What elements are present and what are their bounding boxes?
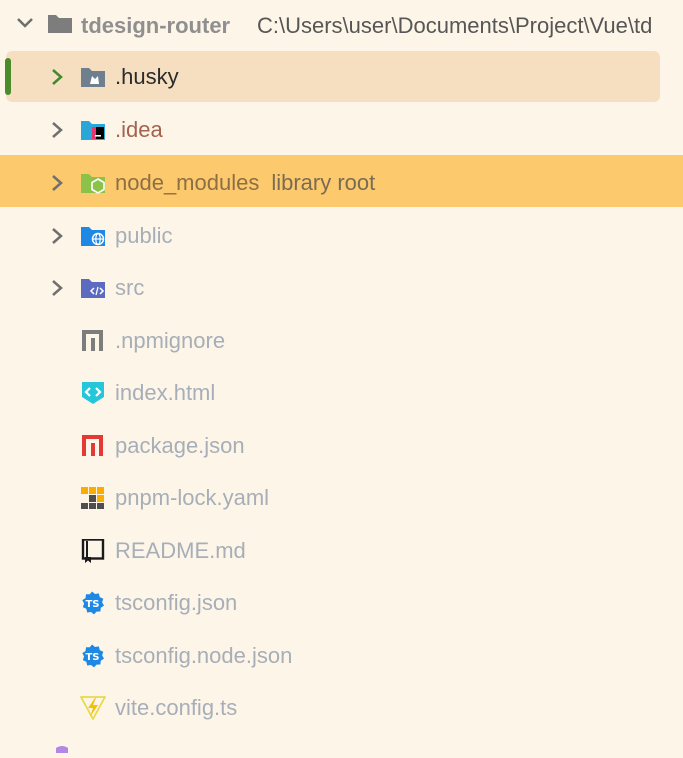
npm-package-file-icon (82, 435, 103, 456)
library-root-hint: library root (271, 170, 376, 195)
tsconfig-file-icon: TS (82, 591, 104, 615)
tree-item-label: index.html (115, 380, 216, 405)
husky-folder-icon (81, 68, 105, 87)
tree-item-pnpm-lock[interactable]: pnpm-lock.yaml (0, 472, 683, 524)
tree-item-node-modules[interactable]: node_modules library root (0, 157, 683, 209)
readme-file-icon (81, 539, 105, 563)
project-path: C:\Users\user\Documents\Project\Vue\td (257, 13, 653, 38)
tree-item-src[interactable]: src (0, 262, 683, 314)
tree-item-label: pnpm-lock.yaml (115, 485, 270, 510)
tree-item-label: .husky (115, 64, 179, 89)
tree-item-label: .npmignore (115, 328, 226, 353)
tree-item-label: vite.config.ts (115, 695, 238, 720)
tree-item-partial (50, 740, 74, 753)
chevron-right-icon[interactable] (50, 279, 64, 297)
tree-item-tsconfig-node[interactable]: TS tsconfig.node.json (0, 630, 683, 682)
chevron-right-icon[interactable] (50, 227, 64, 245)
pnpm-lock-file-icon (81, 487, 104, 509)
tree-item-label: .idea (115, 117, 163, 142)
tree-item-label: tsconfig.node.json (115, 643, 293, 668)
tree-item-tsconfig[interactable]: TS tsconfig.json (0, 577, 683, 629)
tree-item-label: tsconfig.json (115, 590, 238, 615)
html-file-icon (82, 382, 104, 404)
tree-item-idea[interactable]: .idea (0, 104, 683, 156)
tree-item-vite-config[interactable]: vite.config.ts (0, 682, 683, 734)
svg-text:TS: TS (85, 652, 99, 663)
tree-item-public[interactable]: public (0, 210, 683, 262)
tree-item-label: public (115, 223, 173, 248)
project-root-node[interactable]: tdesign-router C:\Users\user\Documents\P… (0, 0, 683, 50)
tree-item-npmignore[interactable]: .npmignore (0, 315, 683, 367)
idea-folder-icon (81, 121, 105, 140)
chevron-right-icon[interactable] (50, 174, 64, 192)
npmignore-file-icon (82, 330, 103, 351)
tree-item-label: node_modules library root (115, 157, 375, 209)
tsconfig-file-icon: TS (82, 644, 104, 668)
chevron-right-icon[interactable] (50, 121, 64, 139)
tree-item-label: src (115, 275, 145, 300)
tree-item-package-json[interactable]: package.json (0, 420, 683, 472)
tree-item-label: package.json (115, 433, 245, 458)
vite-config-file-icon (80, 696, 106, 720)
chevron-down-icon[interactable] (16, 16, 34, 30)
svg-text:TS: TS (85, 599, 99, 610)
project-name: tdesign-router (81, 13, 231, 38)
public-folder-icon (81, 227, 105, 246)
tree-item-label: README.md (115, 538, 246, 563)
folder-icon (48, 15, 72, 33)
tree-item-readme[interactable]: README.md (0, 525, 683, 577)
tree-item-husky[interactable]: .husky (0, 51, 683, 103)
tree-item-label: node_modules (115, 170, 260, 195)
src-folder-icon (81, 279, 105, 298)
chevron-right-icon[interactable] (50, 68, 64, 86)
node-modules-folder-icon (81, 174, 105, 194)
folder-icon (56, 746, 68, 753)
tree-item-index-html[interactable]: index.html (0, 367, 683, 419)
